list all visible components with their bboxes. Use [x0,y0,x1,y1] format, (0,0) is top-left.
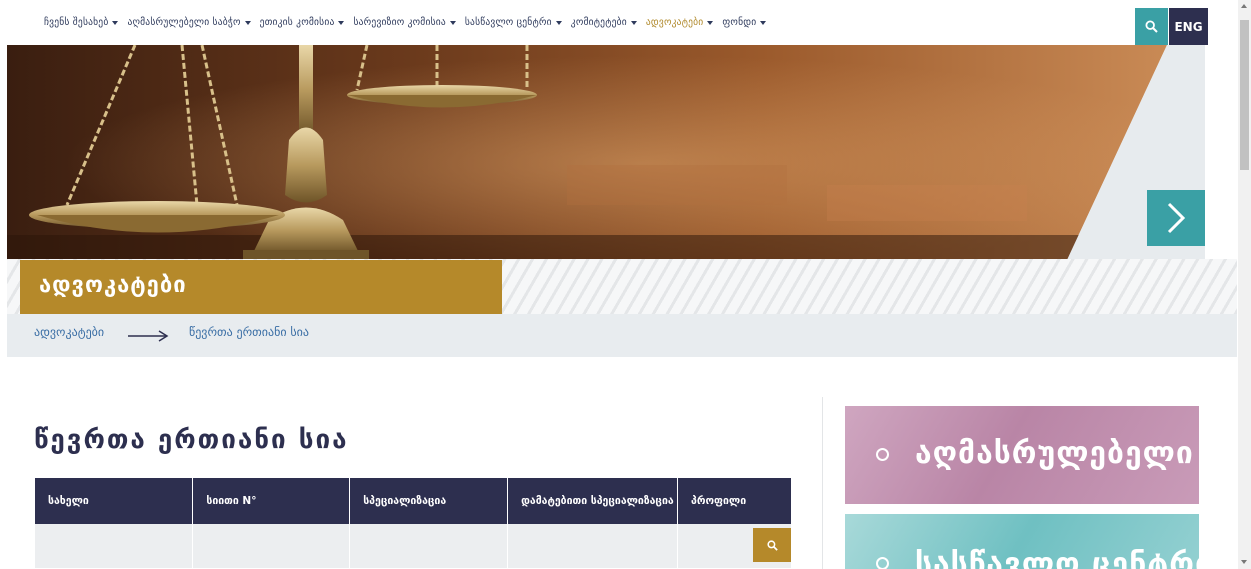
filter-cell-registry-number[interactable] [192,524,351,568]
column-header-additional-specialization[interactable]: დამატებითი სპეციალიზაცია [507,478,679,524]
page-title: წევრთა ერთიანი სია [34,425,349,455]
language-button[interactable]: ENG [1169,8,1208,45]
section-title: ადვოკატები [39,273,187,298]
menu-item-executive-board[interactable]: აღმასრულებელი საბჭო [127,17,251,28]
top-navigation: ჩვენს შესახებ აღმასრულებელი საბჭო ეთიკის… [0,0,1238,46]
caret-down-icon [555,20,562,25]
column-header-profile[interactable]: პროფილი [677,478,792,524]
card-training-center[interactable]: სასწავლო ცენტრი [845,514,1199,569]
caret-down-icon [707,20,714,25]
card-executive-board[interactable]: აღმასრულებელი საბჭო [845,406,1199,504]
menu-item-fund[interactable]: ფონდი [722,17,767,28]
scales-of-justice-image [7,45,1205,260]
breadcrumb-link-lawyers[interactable]: ადვოკატები [34,325,104,339]
language-label: ENG [1174,19,1203,34]
caret-down-icon [449,20,456,25]
caret-down-icon [112,20,119,25]
menu-item-about[interactable]: ჩვენს შესახებ [44,17,119,28]
hero-banner [7,45,1205,260]
menu-item-training-center[interactable]: სასწავლო ცენტრი [465,17,562,28]
column-header-registry-number[interactable]: სიითი N° [192,478,351,524]
chevron-right-icon [1167,202,1186,234]
caret-down-icon [338,20,345,25]
circle-icon [876,448,889,461]
members-table: სახელი სიითი N° სპეციალიზაცია დამატებითი… [35,478,792,568]
table-search-button[interactable] [753,528,791,562]
search-icon [766,539,778,551]
menu-item-lawyers[interactable]: ადვოკატები [645,17,714,28]
circle-icon [876,557,889,569]
arrow-right-icon [128,330,169,342]
menu-item-label: ფონდი [722,17,757,28]
menu-item-label: ეთიკის კომისია [259,17,335,28]
breadcrumb-current: წევრთა ერთიანი სია [189,325,309,339]
scroll-down-icon[interactable] [1241,560,1247,564]
card-label: აღმასრულებელი საბჭო [915,436,1199,471]
slider-next-button[interactable] [1147,190,1205,246]
filter-cell-name[interactable] [35,524,194,568]
menu-item-label: სარევიზიო კომისია [353,17,446,28]
search-button[interactable] [1135,8,1168,45]
column-header-specialization[interactable]: სპეციალიზაცია [349,478,509,524]
column-header-name[interactable]: სახელი [35,478,194,524]
caret-down-icon [630,20,637,25]
search-icon [1145,20,1158,33]
scroll-up-icon[interactable] [1241,4,1247,8]
card-label: სასწავლო ცენტრი [915,547,1199,569]
menu-item-label: კომიტეტები [570,17,627,28]
page: ჩვენს შესახებ აღმასრულებელი საბჭო ეთიკის… [0,0,1251,569]
scrollbar-thumb[interactable] [1240,20,1249,170]
menu-item-label: სასწავლო ცენტრი [464,17,552,28]
menu-item-ethics-commission[interactable]: ეთიკის კომისია [260,17,345,28]
menu-item-label: აღმასრულებელი საბჭო [127,17,241,28]
table-filter-row [35,524,792,568]
table-header-row: სახელი სიითი N° სპეციალიზაცია დამატებითი… [35,478,792,524]
column-divider [822,397,823,569]
filter-cell-additional-specialization[interactable] [507,524,679,568]
menu-item-audit-commission[interactable]: სარევიზიო კომისია [353,17,456,28]
menu-item-label: ადვოკატები [645,17,704,28]
main-menu: ჩვენს შესახებ აღმასრულებელი საბჭო ეთიკის… [44,17,775,28]
scrollbar[interactable] [1238,0,1251,569]
caret-down-icon [244,20,251,25]
filter-cell-specialization[interactable] [349,524,509,568]
menu-item-label: ჩვენს შესახებ [44,17,109,28]
caret-down-icon [760,20,767,25]
menu-item-committees[interactable]: კომიტეტები [571,17,637,28]
